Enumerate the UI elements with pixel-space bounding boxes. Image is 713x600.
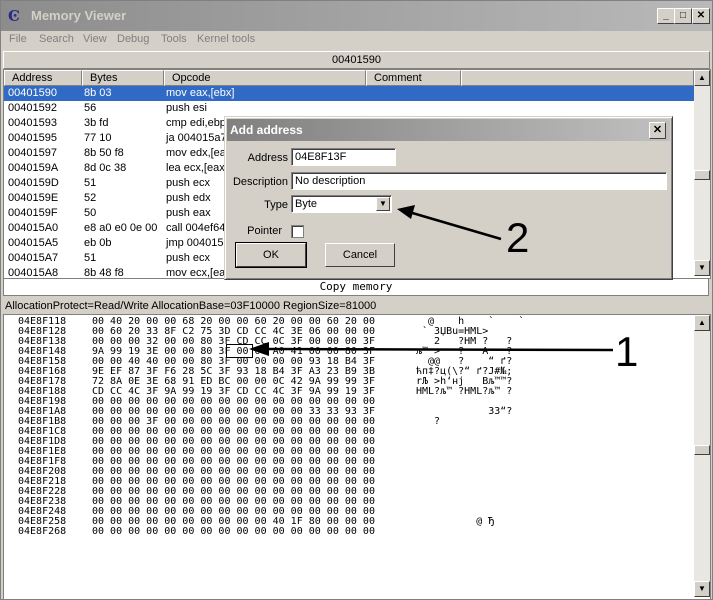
annotation-overlay (249, 205, 614, 356)
memory-viewer-window: Ͼ Memory Viewer _ □ ✕ File Search View D… (0, 0, 713, 600)
callout-2: 2 (506, 214, 530, 261)
arrow-2 (397, 205, 502, 241)
arrow-1 (249, 342, 614, 356)
callout-1: 1 (615, 328, 639, 375)
